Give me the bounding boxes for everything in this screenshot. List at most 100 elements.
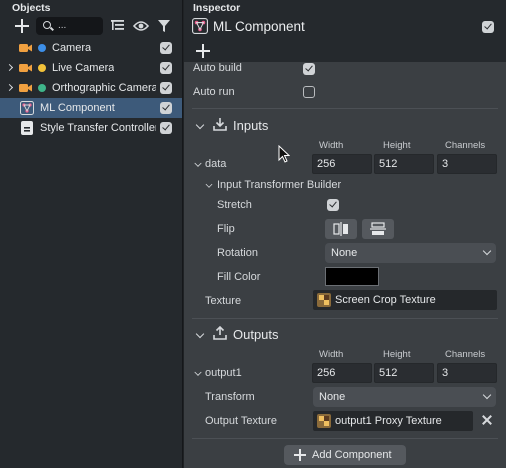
auto-run-label: Auto run [193, 86, 235, 98]
ml-component-icon [20, 101, 34, 115]
add-icon[interactable] [195, 43, 211, 59]
auto-build-checkbox[interactable] [303, 63, 315, 75]
flip-horizontal-button[interactable] [325, 219, 357, 239]
inspector-panel-title: Inspector [193, 2, 241, 14]
object-enabled-checkbox[interactable] [160, 62, 172, 74]
object-enabled-checkbox[interactable] [160, 122, 172, 134]
rotation-value: None [331, 247, 358, 259]
add-object-icon[interactable] [14, 18, 30, 34]
flip-vertical-icon [370, 222, 386, 235]
section-divider [192, 438, 498, 439]
input-width-field[interactable]: 256 [312, 154, 372, 174]
ml-component-icon [192, 18, 208, 34]
outputs-height-header: Height [383, 349, 411, 360]
collapse-transformer-icon[interactable] [206, 184, 212, 189]
inputs-section-title: Inputs [233, 118, 269, 133]
component-enabled-checkbox[interactable] [482, 21, 494, 33]
input-name-label: data [205, 158, 227, 170]
filter-icon[interactable] [158, 19, 170, 33]
collapse-inputs-icon[interactable] [196, 124, 204, 130]
texture-asset-icon [317, 293, 331, 307]
layer-dot-icon [38, 64, 46, 72]
fill-color-swatch[interactable] [325, 267, 379, 286]
component-name: ML Component [213, 19, 305, 34]
layer-dot-icon [38, 44, 46, 52]
proxy-texture-asset-icon [317, 414, 331, 428]
outputs-channels-header: Channels [445, 349, 486, 360]
objects-panel: Objects ... Camera Live Camera Orthograp… [0, 0, 183, 468]
section-divider [192, 318, 498, 319]
transformer-title: Input Transformer Builder [217, 179, 342, 191]
chevron-down-icon [482, 390, 492, 400]
input-height-field[interactable]: 512 [374, 154, 434, 174]
expand-arrow-icon[interactable] [7, 64, 13, 72]
output-texture-label: Output Texture [205, 415, 277, 427]
download-icon [213, 118, 227, 131]
objects-search-input[interactable]: ... [36, 17, 103, 35]
inspector-header: Inspector ML Component [184, 0, 506, 62]
fill-color-label: Fill Color [217, 271, 261, 283]
object-row-ml-component[interactable]: ML Component [0, 98, 182, 118]
objects-toolbar: ... [0, 15, 182, 37]
output-name-label: output1 [205, 367, 242, 379]
output-texture-field[interactable]: output1 Proxy Texture [313, 411, 473, 431]
transform-select[interactable]: None [313, 387, 496, 407]
object-label: Live Camera [52, 62, 115, 74]
inputs-channels-header: Channels [445, 140, 486, 151]
texture-label: Texture [205, 295, 242, 307]
transform-label: Transform [205, 391, 255, 403]
input-channels-field[interactable]: 3 [437, 154, 497, 174]
collapse-data-icon[interactable] [195, 162, 202, 167]
outputs-section-title: Outputs [233, 327, 279, 342]
expand-arrow-icon[interactable] [7, 84, 13, 92]
texture-field[interactable]: Screen Crop Texture [313, 290, 497, 310]
flip-vertical-button[interactable] [362, 219, 394, 239]
clear-output-texture-icon[interactable] [481, 414, 493, 426]
camera-icon [19, 44, 32, 52]
texture-value: Screen Crop Texture [335, 294, 436, 306]
outputs-width-header: Width [319, 349, 344, 360]
hierarchy-list-icon[interactable] [111, 19, 125, 33]
inputs-height-header: Height [383, 140, 411, 151]
object-row-live-camera[interactable]: Live Camera [0, 58, 182, 78]
objects-panel-title: Objects [12, 2, 51, 14]
collapse-outputs-icon[interactable] [196, 333, 204, 339]
script-icon [21, 121, 33, 135]
output-height-field[interactable]: 512 [374, 363, 434, 383]
objects-search-value: ... [58, 20, 67, 31]
objects-list: Camera Live Camera Orthographic Camera M… [0, 38, 182, 138]
transform-value: None [319, 391, 346, 403]
output-texture-value: output1 Proxy Texture [335, 415, 442, 427]
auto-run-checkbox[interactable] [303, 86, 315, 98]
object-row-style-transfer-controller[interactable]: Style Transfer Controller [0, 118, 182, 138]
camera-icon [19, 84, 32, 92]
object-row-orthographic-camera[interactable]: Orthographic Camera [0, 78, 182, 98]
add-component-button[interactable]: Add Component [284, 445, 406, 465]
search-icon [43, 21, 51, 29]
camera-icon [19, 64, 32, 72]
flip-label: Flip [217, 223, 235, 235]
rotation-select[interactable]: None [325, 243, 496, 263]
output-channels-field[interactable]: 3 [437, 363, 497, 383]
add-component-label: Add Component [312, 449, 392, 461]
section-divider [192, 108, 498, 109]
chevron-down-icon [482, 246, 492, 256]
auto-build-label: Auto build [193, 62, 242, 74]
object-enabled-checkbox[interactable] [160, 42, 172, 54]
flip-horizontal-icon [333, 222, 348, 236]
object-label: Style Transfer Controller [40, 122, 156, 134]
layer-dot-icon [38, 84, 46, 92]
output-width-field[interactable]: 256 [312, 363, 372, 383]
object-label: ML Component [40, 102, 115, 114]
visibility-eye-icon[interactable] [133, 19, 149, 33]
object-enabled-checkbox[interactable] [160, 82, 172, 94]
stretch-checkbox[interactable] [327, 199, 339, 211]
object-label: Camera [52, 42, 92, 54]
inspector-panel: Inspector ML Component Auto build Auto r… [184, 0, 506, 468]
object-enabled-checkbox[interactable] [160, 102, 172, 114]
inputs-width-header: Width [319, 140, 344, 151]
object-label: Orthographic Camera [52, 82, 156, 94]
collapse-output1-icon[interactable] [195, 371, 202, 376]
mouse-cursor-icon [278, 145, 290, 163]
object-row-camera[interactable]: Camera [0, 38, 182, 58]
